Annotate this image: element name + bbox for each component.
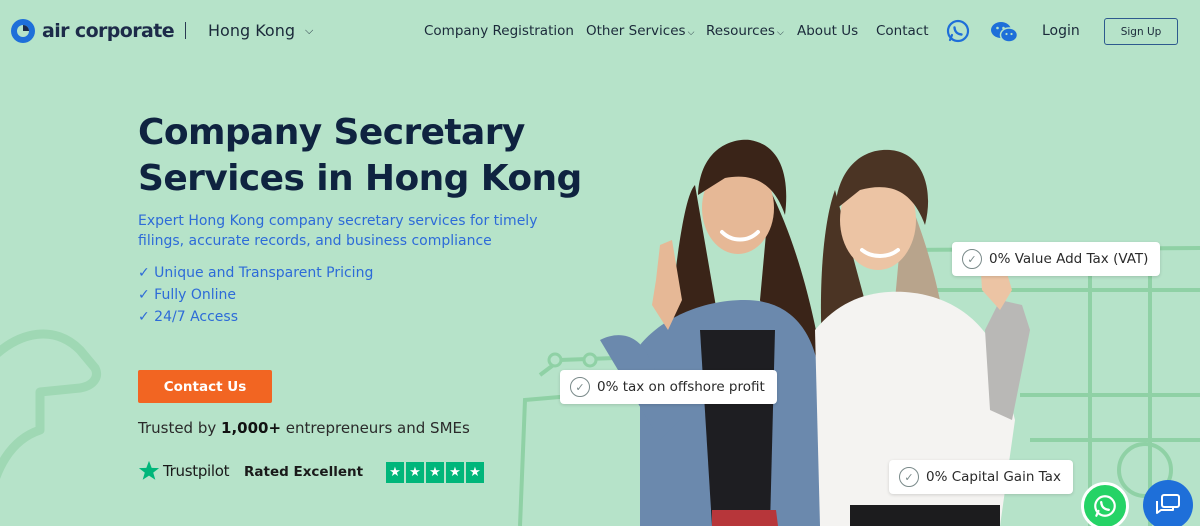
page-title: Company Secretary Services in Hong Kong bbox=[138, 110, 582, 202]
feature-list: ✓ Unique and Transparent Pricing ✓ Fully… bbox=[138, 262, 373, 328]
trusted-by-text: Trusted by 1,000+ entrepreneurs and SMEs bbox=[138, 419, 470, 437]
feature-item: ✓ 24/7 Access bbox=[138, 309, 238, 325]
trusted-suffix: entrepreneurs and SMEs bbox=[281, 419, 470, 437]
check-circle-icon: ✓ bbox=[899, 467, 919, 487]
trusted-count: 1,000+ bbox=[221, 419, 282, 437]
badge-vat-text: 0% Value Add Tax (VAT) bbox=[989, 251, 1149, 267]
trusted-prefix: Trusted by bbox=[138, 419, 222, 437]
live-chat-button[interactable] bbox=[1143, 480, 1193, 526]
whatsapp-chat-button[interactable] bbox=[1081, 482, 1129, 526]
woman-left-image bbox=[600, 139, 830, 526]
star-icon: ★ bbox=[466, 462, 484, 483]
badge-vat: ✓ 0% Value Add Tax (VAT) bbox=[952, 242, 1161, 276]
trustpilot-wordmark: Trustpilot bbox=[163, 462, 230, 480]
hero-subtitle: Expert Hong Kong company secretary servi… bbox=[138, 213, 538, 249]
chat-bubble-icon bbox=[1156, 494, 1180, 514]
title-line-2: Services in Hong Kong bbox=[138, 158, 582, 199]
badge-capital-gain-text: 0% Capital Gain Tax bbox=[926, 469, 1061, 485]
trustpilot-logo[interactable]: Trustpilot bbox=[138, 460, 230, 482]
rated-excellent: Rated Excellent bbox=[244, 464, 364, 480]
star-icon: ★ bbox=[426, 462, 444, 483]
badge-offshore: ✓ 0% tax on offshore profit bbox=[560, 370, 777, 404]
trustpilot-star-icon bbox=[138, 460, 160, 480]
whatsapp-icon bbox=[1094, 495, 1116, 517]
check-circle-icon: ✓ bbox=[570, 377, 590, 397]
star-icon: ★ bbox=[406, 462, 424, 483]
feature-item: ✓ Fully Online bbox=[138, 287, 237, 303]
contact-us-button[interactable]: Contact Us bbox=[138, 370, 272, 403]
badge-offshore-text: 0% tax on offshore profit bbox=[597, 379, 765, 395]
rating-stars: ★ ★ ★ ★ ★ bbox=[386, 462, 484, 483]
feature-item: ✓ Unique and Transparent Pricing bbox=[138, 265, 374, 281]
title-line-1: Company Secretary bbox=[138, 112, 525, 153]
star-icon: ★ bbox=[446, 462, 464, 483]
check-circle-icon: ✓ bbox=[962, 249, 982, 269]
badge-capital-gain: ✓ 0% Capital Gain Tax bbox=[889, 460, 1073, 494]
star-icon: ★ bbox=[386, 462, 404, 483]
